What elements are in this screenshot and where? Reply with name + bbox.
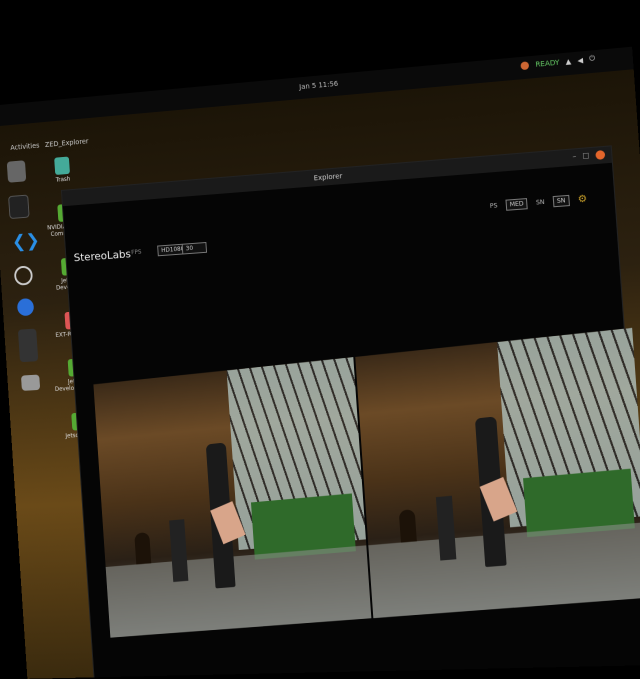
archway [133,532,152,565]
desktop: Jan 5 11:56 READY ▲ ◀ ⏻ Activities ZED_E… [0,46,640,679]
right-controls: PS MED SN SN ⚙ [490,194,588,212]
stereo-viewer[interactable] [93,327,640,638]
right-camera-view [355,327,640,619]
close-icon[interactable] [595,149,606,160]
files-icon[interactable] [6,160,27,183]
app-icon[interactable] [17,328,39,363]
screen: Jan 5 11:56 READY ▲ ◀ ⏻ Activities ZED_E… [0,0,640,679]
power-icon: ⏻ [588,54,596,63]
desktop-icon-label: Trash [55,175,71,184]
record-icon [520,60,530,70]
minimize-icon[interactable]: – [572,152,576,161]
right-label: SN [535,198,545,207]
terminal-icon[interactable] [8,194,30,220]
trash-icon [54,156,70,176]
app-name[interactable]: ZED_Explorer [45,137,89,148]
clock[interactable]: Jan 5 11:56 [299,80,339,91]
people-pair [435,495,457,561]
left-camera-view [93,357,372,638]
depth-mode-select[interactable]: MED [505,198,529,211]
maximize-icon[interactable]: □ [582,151,590,161]
fps-label: FPS [131,248,142,257]
stereolabs-logo: StereoLabs [73,247,132,265]
obs-icon[interactable] [13,265,34,286]
network-icon: ▲ [565,56,572,66]
resolution-select[interactable]: HD1080 [157,243,185,257]
right-label: PS [489,202,498,210]
desktop-icon-trash[interactable]: Trash [54,156,71,184]
chromium-icon[interactable] [16,297,35,317]
archway [398,509,417,543]
explorer-window: Explorer – □ StereoLabs FPS HD1080 30 PS… [60,145,640,679]
serial-select[interactable]: SN [552,194,571,208]
activities-button[interactable]: Activities [10,142,40,152]
gear-icon[interactable]: ⚙ [578,194,588,206]
status-label: READY [535,58,560,69]
vscode-icon[interactable]: ❮❯ [11,230,40,253]
system-tray[interactable]: READY ▲ ◀ ⏻ [520,54,596,70]
drive-icon[interactable] [20,374,41,391]
volume-icon: ◀ [577,55,584,65]
people-pair [169,518,189,582]
fps-select[interactable]: 30 [181,241,208,255]
